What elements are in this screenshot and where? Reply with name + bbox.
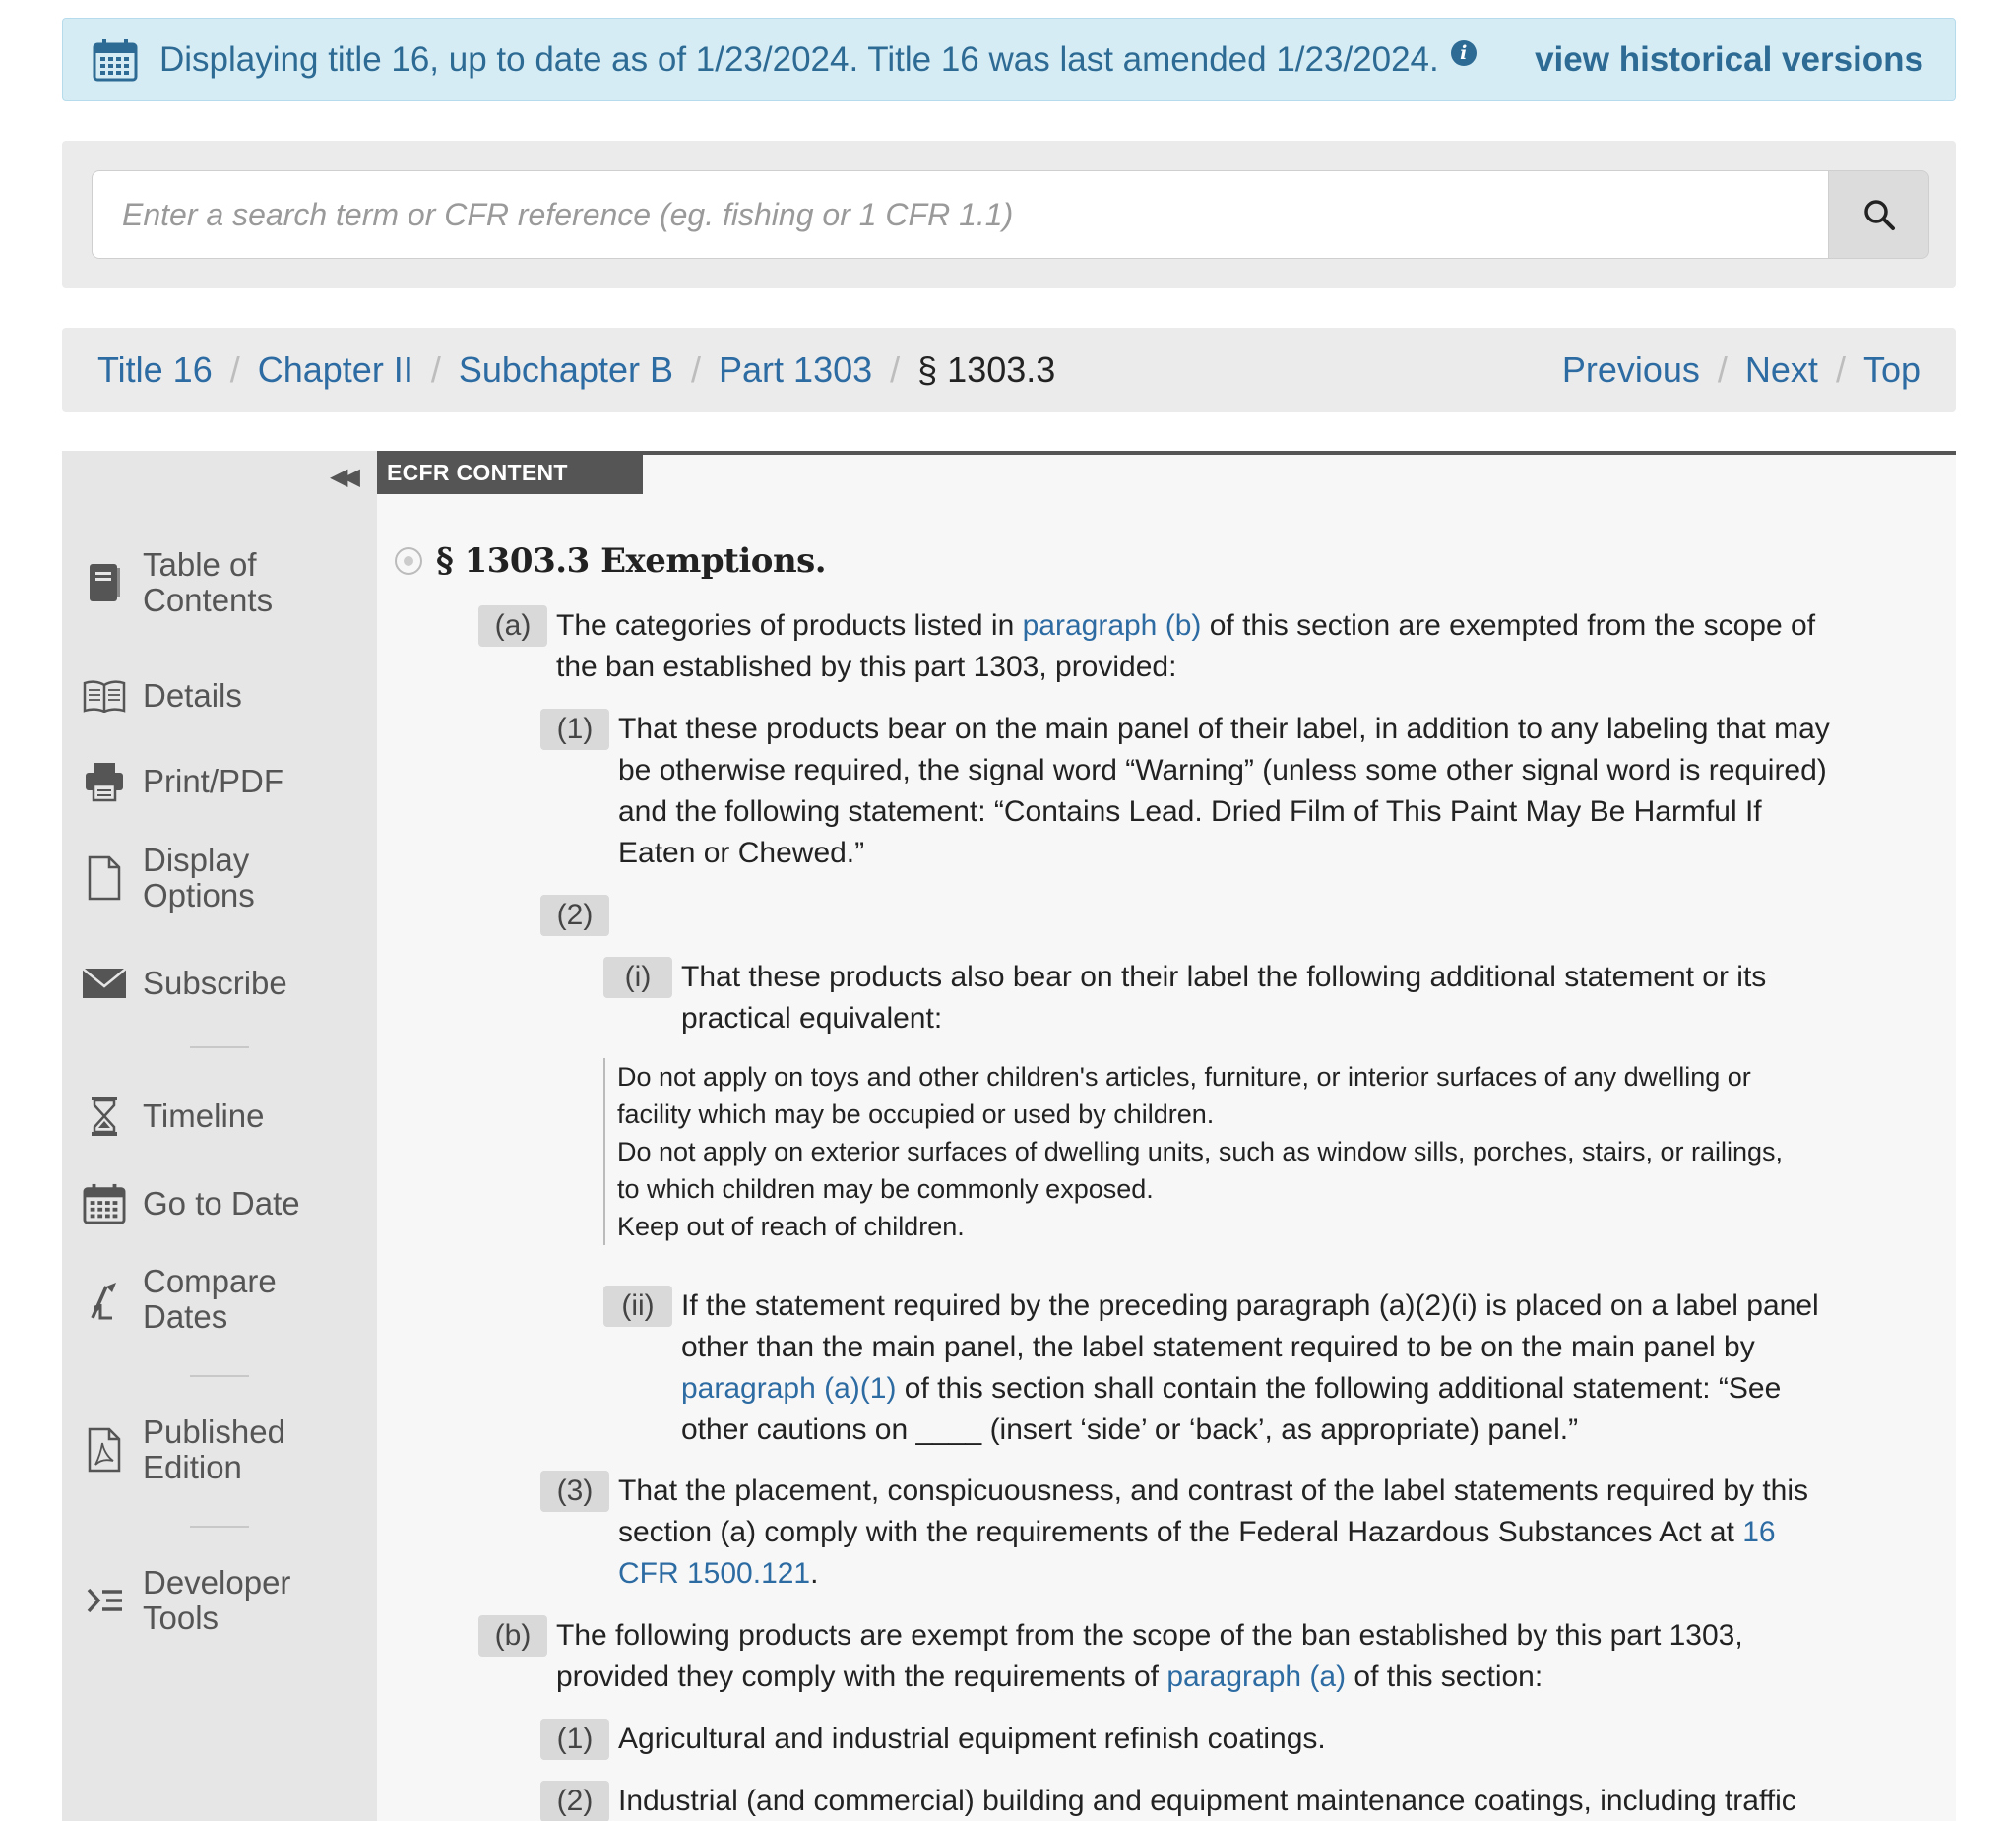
nav-separator: /: [1835, 349, 1846, 390]
sidebar: ◀◀ Table of Contents Details Print/PDF Di…: [62, 451, 377, 1821]
sidebar-item-go-to-date[interactable]: Go to Date: [82, 1181, 300, 1226]
cfr-1500-121-link[interactable]: 16: [1742, 1516, 1775, 1548]
sidebar-item-label: Compare Dates: [143, 1263, 277, 1335]
sidebar-divider: [190, 1046, 249, 1048]
calendar-icon: [93, 38, 138, 81]
status-banner: Displaying title 16, up to date as of 1/…: [62, 18, 1956, 101]
breadcrumb-current-section: § 1303.3: [917, 349, 1056, 390]
calendar-icon: [82, 1181, 127, 1226]
section-anchor-icon[interactable]: [395, 547, 422, 575]
sidebar-item-subscribe[interactable]: Subscribe: [82, 961, 287, 1006]
paragraph-text: If the statement required by the precedi…: [681, 1289, 1819, 1446]
cfr-1500-121-link[interactable]: CFR 1500.121: [618, 1557, 810, 1590]
breadcrumb-chapter[interactable]: Chapter II: [258, 349, 413, 391]
search-input[interactable]: [92, 170, 1829, 259]
paragraph-text: That the placement, conspicuousness, and…: [618, 1475, 1809, 1590]
breadcrumb-separator: /: [229, 349, 240, 390]
paragraph-text: The categories of products listed in par…: [556, 609, 1816, 683]
search-icon: [1863, 200, 1895, 230]
paragraph-number[interactable]: (b): [478, 1615, 547, 1657]
paragraph-number[interactable]: (a): [478, 605, 547, 647]
printer-icon: [82, 759, 127, 804]
sidebar-item-table-of-contents[interactable]: Table of Contents: [82, 547, 273, 618]
paragraph-text: Industrial (and commercial) building and…: [618, 1785, 1796, 1817]
ecfr-content-tab: ECFR CONTENT: [377, 451, 643, 494]
paragraph-b-link[interactable]: paragraph (b): [1023, 609, 1202, 642]
code-icon: [82, 1578, 127, 1623]
search-button[interactable]: [1829, 170, 1929, 259]
sidebar-item-published-edition[interactable]: Published Edition: [82, 1414, 285, 1485]
paragraph-text: The following products are exempt from t…: [556, 1619, 1743, 1693]
sidebar-divider: [190, 1375, 249, 1377]
paragraph-a-1-link[interactable]: paragraph (a)(1): [681, 1372, 896, 1405]
sidebar-item-label: Table of Contents: [143, 546, 274, 618]
collapse-sidebar-icon[interactable]: ◀◀: [330, 463, 360, 491]
sidebar-item-compare-dates[interactable]: Compare Dates: [82, 1264, 277, 1335]
sidebar-item-display-options[interactable]: Display Options: [82, 843, 255, 913]
sidebar-item-label: Go to Date: [143, 1185, 300, 1222]
paragraph-text: That these products bear on the main pan…: [618, 713, 1830, 869]
paragraph-text: That these products also bear on their l…: [681, 961, 1767, 1035]
view-historical-versions-link[interactable]: view historical versions: [1535, 40, 1923, 80]
paragraph-number[interactable]: (ii): [603, 1286, 672, 1327]
sidebar-item-label: Developer Tools: [143, 1564, 291, 1636]
sidebar-item-label: Published Edition: [143, 1413, 285, 1485]
section-heading: § 1303.3 Exemptions.: [395, 541, 827, 581]
pdf-file-icon: [82, 1427, 127, 1473]
breadcrumb-part[interactable]: Part 1303: [719, 349, 872, 391]
paragraph-number[interactable]: (1): [540, 709, 609, 750]
paragraph-number[interactable]: (2): [540, 895, 609, 936]
envelope-icon: [82, 961, 127, 1006]
paragraph-number[interactable]: (i): [603, 957, 672, 998]
breadcrumb-separator: /: [430, 349, 441, 390]
paragraph-number[interactable]: (2): [540, 1781, 609, 1821]
paragraph-number[interactable]: (1): [540, 1719, 609, 1760]
breadcrumb-subchapter[interactable]: Subchapter B: [459, 349, 673, 391]
banner-message: Displaying title 16, up to date as of 1/…: [159, 39, 1439, 79]
paragraph-a-link[interactable]: paragraph (a): [1166, 1661, 1346, 1693]
section-navigation: Previous / Next / Top: [1562, 349, 1921, 391]
section-title: § 1303.3 Exemptions.: [436, 541, 827, 581]
next-link[interactable]: Next: [1745, 349, 1818, 391]
search-panel: [62, 141, 1956, 288]
breadcrumb-title[interactable]: Title 16: [97, 349, 213, 391]
sidebar-item-timeline[interactable]: Timeline: [82, 1094, 264, 1139]
sidebar-item-print-pdf[interactable]: Print/PDF: [82, 759, 284, 804]
compare-icon: [82, 1277, 127, 1322]
sidebar-item-label: Display Options: [143, 842, 255, 913]
previous-link[interactable]: Previous: [1562, 349, 1700, 391]
sidebar-item-details[interactable]: Details: [82, 673, 242, 719]
breadcrumb: Title 16 / Chapter II / Subchapter B / P…: [62, 328, 1956, 412]
paragraph-number[interactable]: (3): [540, 1471, 609, 1512]
breadcrumb-separator: /: [890, 349, 901, 390]
top-link[interactable]: Top: [1863, 349, 1921, 391]
book-icon: [82, 560, 127, 605]
sidebar-divider: [190, 1526, 249, 1528]
sidebar-item-label: Details: [143, 677, 242, 714]
paragraph-text: Agricultural and industrial equipment re…: [618, 1723, 1326, 1755]
hourglass-icon: [82, 1094, 127, 1139]
sidebar-item-label: Print/PDF: [143, 763, 284, 799]
sidebar-item-label: Subscribe: [143, 965, 287, 1001]
nav-separator: /: [1717, 349, 1728, 390]
sidebar-item-developer-tools[interactable]: Developer Tools: [82, 1565, 290, 1636]
sidebar-item-label: Timeline: [143, 1098, 265, 1134]
info-icon[interactable]: i: [1450, 39, 1477, 66]
warning-statement-block: Do not apply on toys and other children'…: [603, 1058, 1913, 1245]
breadcrumb-separator: /: [691, 349, 702, 390]
document-icon: [82, 855, 127, 901]
open-book-icon: [82, 673, 127, 719]
